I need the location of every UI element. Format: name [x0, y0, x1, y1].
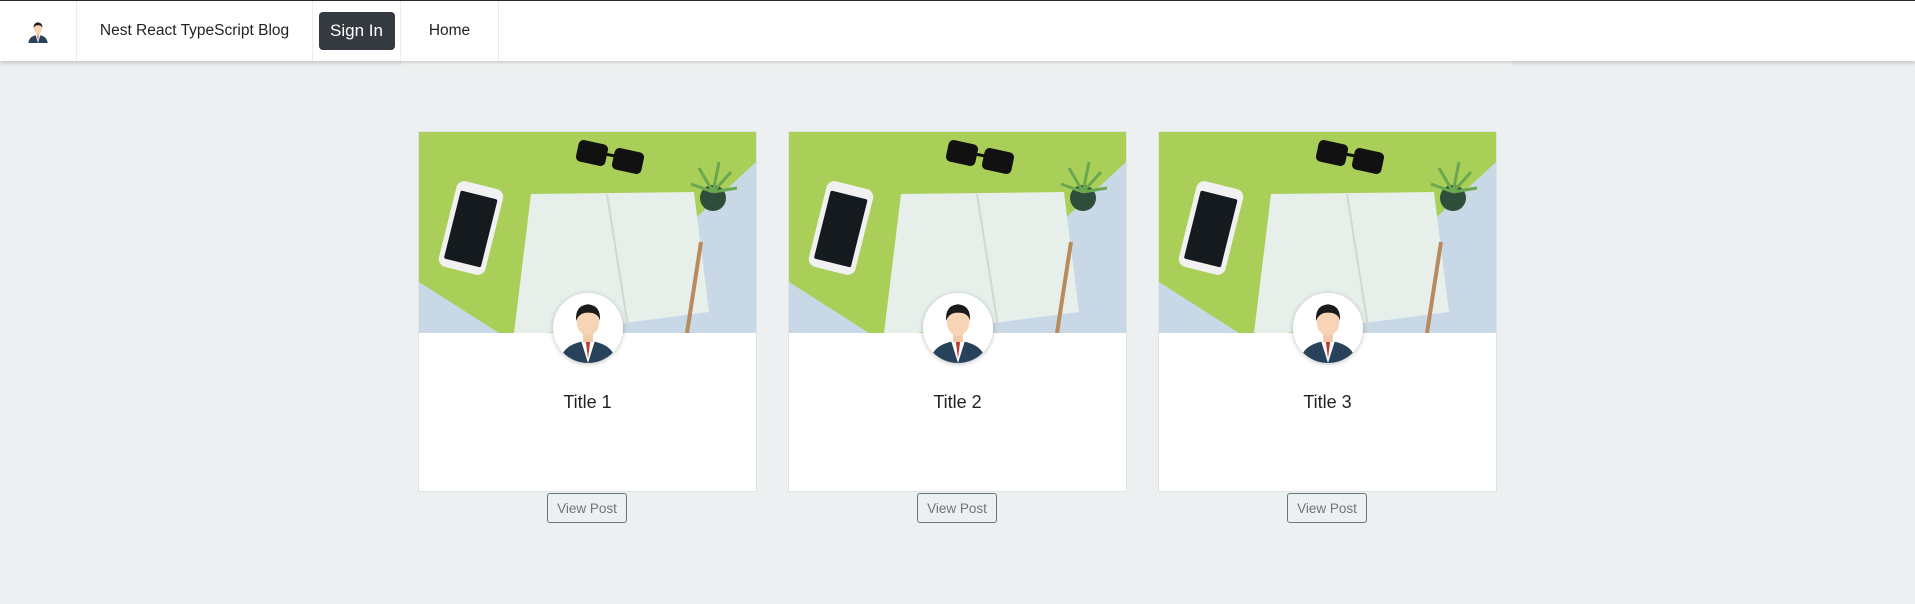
navbar-brand[interactable]: Nest React TypeScript Blog — [77, 1, 313, 61]
navbar: Nest React TypeScript Blog Sign In Home — [0, 0, 1915, 61]
user-avatar-icon — [26, 19, 50, 43]
post-card: Title 1 — [418, 131, 757, 492]
post-card: Title 2 — [788, 131, 1127, 492]
post-title[interactable]: Title 2 — [789, 392, 1126, 413]
nav-home-link[interactable]: Home — [401, 1, 499, 61]
sign-in-button[interactable]: Sign In — [318, 12, 395, 50]
main-container-strip — [402, 61, 1512, 66]
view-post-button[interactable]: View Post — [1287, 493, 1367, 523]
author-avatar-icon — [1293, 293, 1363, 363]
navbar-logo[interactable] — [0, 1, 77, 61]
sign-in-cell: Sign In — [313, 1, 401, 61]
view-post-button[interactable]: View Post — [917, 493, 997, 523]
author-avatar-icon — [553, 293, 623, 363]
post-title[interactable]: Title 1 — [419, 392, 756, 413]
author-avatar-icon — [923, 293, 993, 363]
post-card: Title 3 — [1158, 131, 1497, 492]
post-title[interactable]: Title 3 — [1159, 392, 1496, 413]
view-post-button[interactable]: View Post — [547, 493, 627, 523]
